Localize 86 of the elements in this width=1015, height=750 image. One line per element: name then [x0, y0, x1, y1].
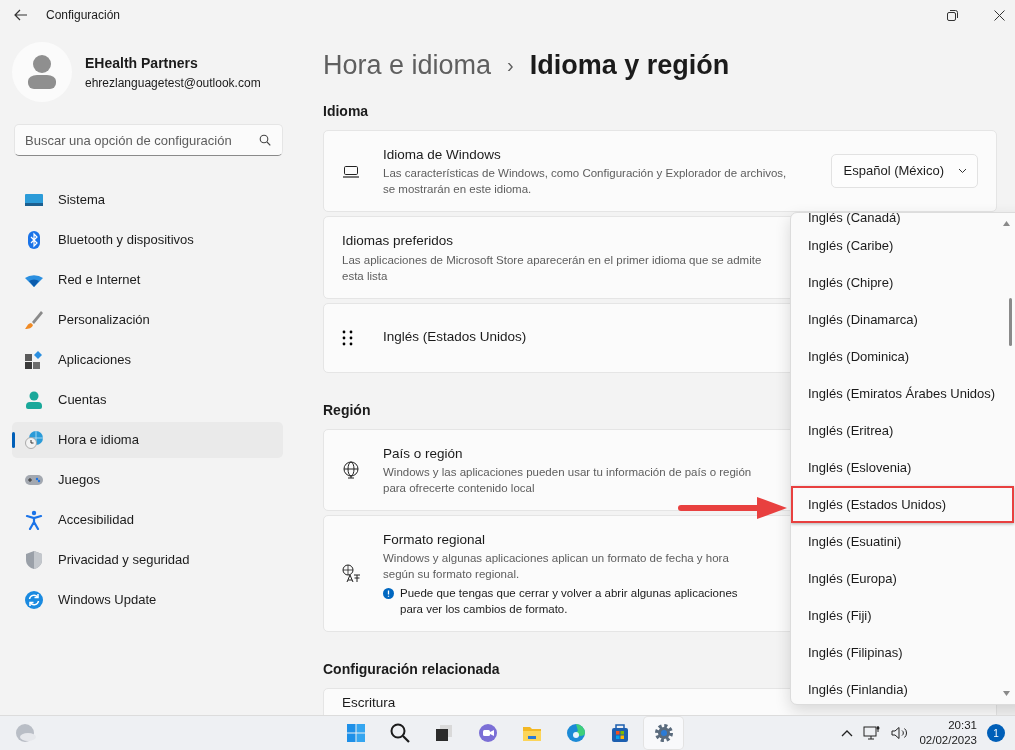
setting-description: para ofrecerte contenido local [383, 480, 536, 496]
dropdown-option[interactable]: Inglés (Emiratos Árabes Unidos) [791, 375, 1015, 412]
breadcrumb-separator: › [507, 53, 514, 78]
sidebar-item-label: Personalización [58, 311, 150, 330]
setting-title: Idiomas preferidos [342, 232, 455, 251]
sidebar-item[interactable]: Privacidad y seguridad [12, 542, 283, 578]
brush-icon [24, 310, 44, 330]
volume-icon[interactable] [891, 726, 910, 740]
sidebar-item[interactable]: Aplicaciones [12, 342, 283, 378]
chevron-down-icon [958, 168, 967, 175]
search-field[interactable]: Buscar una opción de configuración [14, 124, 283, 156]
person-icon [24, 390, 44, 410]
info-icon [383, 588, 394, 599]
setting-description: Las características de Windows, como Configuración y Explorador de archivos, [383, 166, 787, 182]
sidebar-item[interactable]: Personalización [12, 302, 283, 338]
setting-title: Idioma de Windows [383, 146, 502, 164]
sidebar-item[interactable]: Windows Update [12, 582, 283, 618]
globe-clock-icon [24, 430, 44, 450]
chevron-up-icon[interactable] [841, 729, 854, 737]
sidebar-item-label: Hora e idioma [58, 431, 139, 450]
page-title: Idioma y región [529, 48, 730, 82]
setting-description: Windows y algunas aplicaciones aplican un formato de fecha y hora [383, 551, 730, 566]
sidebar-item-label: Aplicaciones [58, 351, 131, 370]
profile-email: ehrezlanguagetest@outlook.com [85, 74, 261, 92]
start-icon [344, 722, 367, 744]
clock-time[interactable]: 20:31 [919, 718, 977, 733]
drag-handle-icon[interactable] [342, 329, 354, 346]
sidebar-item[interactable]: Cuentas [12, 382, 283, 418]
sidebar-item[interactable]: Juegos [12, 462, 283, 498]
notification-badge[interactable]: 1 [987, 724, 1005, 742]
dropdown-option[interactable]: Inglés (Fiji) [791, 597, 1015, 634]
search-icon [388, 722, 411, 744]
window-title: Configuración [46, 7, 121, 24]
section-heading: Configuración relacionada [323, 660, 500, 679]
section-heading: Región [323, 400, 371, 420]
dropdown-option[interactable]: Inglés (Filipinas) [791, 634, 1015, 671]
setting-description: se mostrarán en este idioma. [383, 182, 533, 198]
section-heading: Idioma [323, 102, 369, 121]
language-icon [342, 563, 360, 583]
sidebar-item[interactable]: Hora e idioma [12, 422, 283, 458]
clock-date[interactable]: 02/02/2023 [919, 733, 977, 748]
sidebar-item-label: Accesibilidad [58, 511, 134, 530]
setting-description: según su formato regional. [383, 567, 521, 582]
dropdown-option[interactable]: Inglés (Europa) [791, 560, 1015, 597]
sidebar-item[interactable]: Accesibilidad [12, 502, 283, 538]
setting-description: Windows y las aplicaciones pueden usar tu información de país o región [383, 464, 752, 480]
setting-description: esta lista [342, 268, 389, 284]
sidebar-item[interactable]: Red e Internet [12, 262, 283, 298]
language-name: Inglés (Estados Unidos) [383, 328, 527, 347]
setting-title: Formato regional [383, 530, 487, 549]
info-note: para ver los cambios de formato. [400, 602, 569, 617]
restore-icon[interactable] [947, 9, 958, 21]
sidebar-item-label: Cuentas [58, 391, 107, 410]
apps-icon [24, 350, 44, 370]
setting-title: Escritura [342, 694, 396, 712]
search-icon[interactable] [259, 134, 271, 146]
scrollbar-thumb[interactable] [1009, 298, 1012, 346]
setting-card[interactable]: Idioma de Windows Las características de Windows, como Configuración y Explorador de archivos, se mostrarán en este idioma. Español (México) [323, 130, 997, 213]
breadcrumb-link[interactable]: Hora e idioma [323, 44, 492, 86]
setting-title: País o región [383, 444, 464, 463]
gear-taskbar-button[interactable] [644, 717, 683, 749]
sidebar-item-label: Red e Internet [58, 271, 141, 290]
language-dropdown[interactable]: Español (México) [830, 154, 978, 188]
close-icon[interactable] [994, 9, 1005, 21]
sidebar-item[interactable]: Bluetooth y dispositivos [12, 222, 283, 258]
scroll-down-icon[interactable] [1003, 691, 1010, 696]
setting-description: Las aplicaciones de Microsoft Store aparecerán en el primer idioma que se admite [342, 252, 762, 268]
globe-icon [342, 460, 360, 480]
update-icon [24, 590, 44, 610]
shield-icon [24, 550, 44, 570]
sidebar-item[interactable]: Sistema [12, 182, 283, 218]
back-icon[interactable] [14, 9, 28, 21]
profile-name: EHealth Partners [85, 53, 199, 73]
dropdown-option[interactable]: Inglés (Esuatini) [791, 523, 1015, 560]
sidebar-item-label: Bluetooth y dispositivos [58, 231, 194, 250]
scroll-up-icon[interactable] [1003, 221, 1010, 226]
gear-icon [652, 722, 675, 744]
chat-icon [476, 722, 499, 744]
sidebar-item-label: Privacidad y seguridad [58, 551, 190, 570]
browser-icon [564, 722, 587, 744]
info-note: Puede que tengas que cerrar y volver a abrir algunas aplicaciones [400, 586, 738, 601]
network-icon[interactable] [863, 725, 882, 741]
sidebar-item-label: Windows Update [58, 591, 157, 610]
sidebar-item-label: Sistema [58, 191, 105, 210]
accessibility-icon [24, 510, 44, 530]
sidebar-item-label: Juegos [58, 471, 100, 490]
